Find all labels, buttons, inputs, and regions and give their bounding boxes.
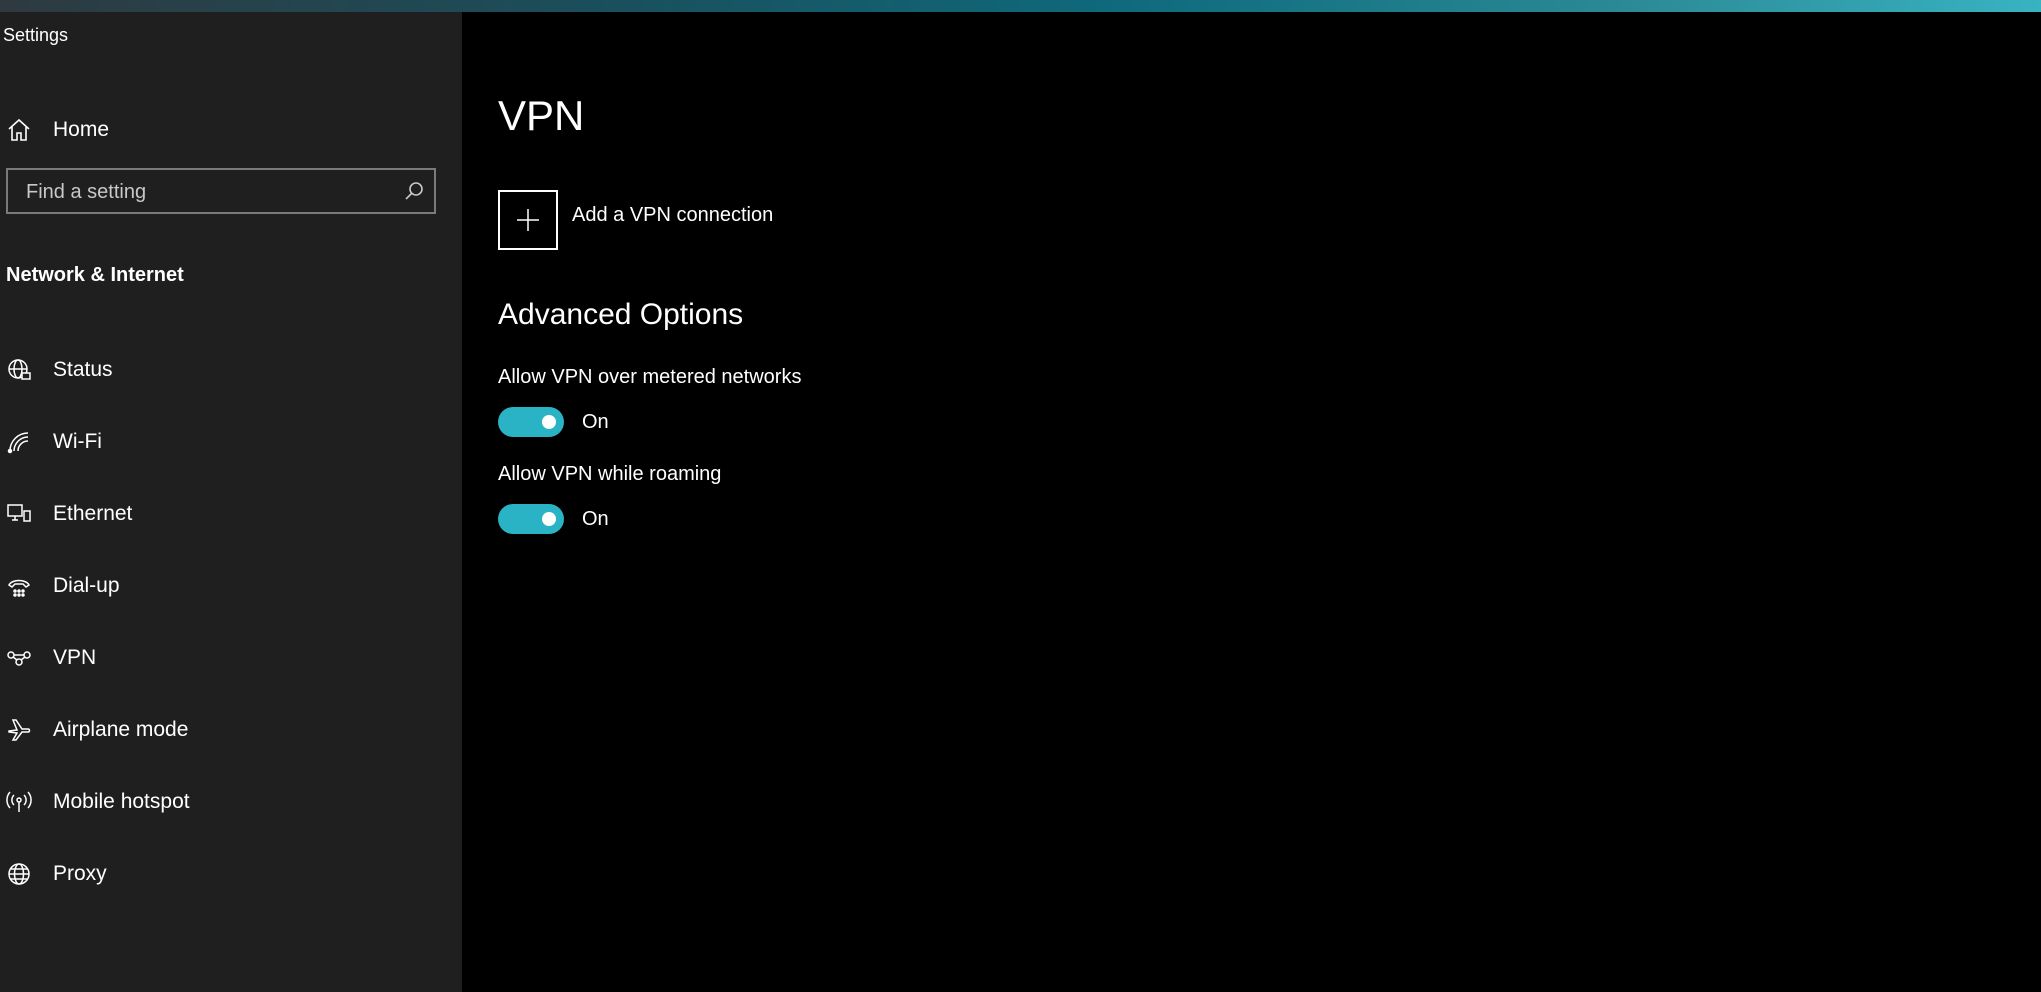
sidebar-item-home[interactable]: Home bbox=[0, 104, 462, 156]
sidebar-item-label: Wi-Fi bbox=[53, 430, 102, 453]
app-title: Settings bbox=[3, 25, 69, 45]
sidebar-item-label: Status bbox=[53, 358, 113, 381]
window-top-strip bbox=[0, 0, 2041, 12]
toggle-knob bbox=[542, 415, 556, 429]
sidebar-item-airplane-mode[interactable]: Airplane mode bbox=[0, 694, 462, 766]
add-vpn-label: Add a VPN connection bbox=[572, 204, 774, 226]
plus-icon bbox=[498, 190, 558, 250]
sidebar-item-label: Proxy bbox=[53, 862, 107, 885]
add-vpn-button[interactable]: Add a VPN connection bbox=[498, 190, 773, 250]
search-icon[interactable] bbox=[404, 181, 424, 201]
sidebar-item-proxy[interactable]: Proxy bbox=[0, 838, 462, 910]
option-label-roaming: Allow VPN while roaming bbox=[498, 463, 722, 485]
wifi-icon bbox=[6, 429, 32, 455]
main-content: VPN Add a VPN connection Advanced Option… bbox=[462, 12, 2041, 992]
advanced-options-heading: Advanced Options bbox=[498, 298, 744, 331]
page-title: VPN bbox=[498, 92, 585, 139]
sidebar-item-label: Ethernet bbox=[53, 502, 133, 525]
globe-icon bbox=[6, 861, 32, 887]
search-input[interactable] bbox=[24, 170, 388, 214]
sidebar-item-label: VPN bbox=[53, 646, 97, 669]
sidebar-item-label: Home bbox=[53, 118, 110, 141]
sidebar-nav: Status Wi-Fi Ethernet Dial-up VPN Airpla… bbox=[0, 334, 462, 910]
sidebar-item-dialup[interactable]: Dial-up bbox=[0, 550, 462, 622]
roaming-toggle[interactable] bbox=[498, 504, 564, 534]
option-label-metered: Allow VPN over metered networks bbox=[498, 366, 802, 388]
sidebar-item-mobile-hotspot[interactable]: Mobile hotspot bbox=[0, 766, 462, 838]
sidebar-item-status[interactable]: Status bbox=[0, 334, 462, 406]
toggle-row-roaming: On bbox=[498, 504, 609, 534]
toggle-state-label: On bbox=[582, 410, 609, 433]
globe-network-icon bbox=[6, 357, 32, 383]
toggle-row-metered: On bbox=[498, 407, 609, 437]
sidebar-item-wifi[interactable]: Wi-Fi bbox=[0, 406, 462, 478]
sidebar-item-vpn[interactable]: VPN bbox=[0, 622, 462, 694]
toggle-knob bbox=[542, 512, 556, 526]
ethernet-icon bbox=[6, 501, 32, 527]
sidebar-item-ethernet[interactable]: Ethernet bbox=[0, 478, 462, 550]
hotspot-icon bbox=[6, 789, 32, 815]
dialup-icon bbox=[6, 573, 32, 599]
search-box[interactable] bbox=[6, 168, 436, 214]
vpn-icon bbox=[6, 645, 32, 671]
sidebar-item-label: Airplane mode bbox=[53, 718, 189, 741]
metered-toggle[interactable] bbox=[498, 407, 564, 437]
home-icon bbox=[6, 117, 32, 143]
sidebar-item-label: Dial-up bbox=[53, 574, 120, 597]
sidebar: Settings Home Network & Internet bbox=[0, 12, 462, 992]
section-title: Network & Internet bbox=[6, 264, 184, 286]
sidebar-item-label: Mobile hotspot bbox=[53, 790, 190, 813]
airplane-icon bbox=[6, 717, 32, 743]
toggle-state-label: On bbox=[582, 507, 609, 530]
